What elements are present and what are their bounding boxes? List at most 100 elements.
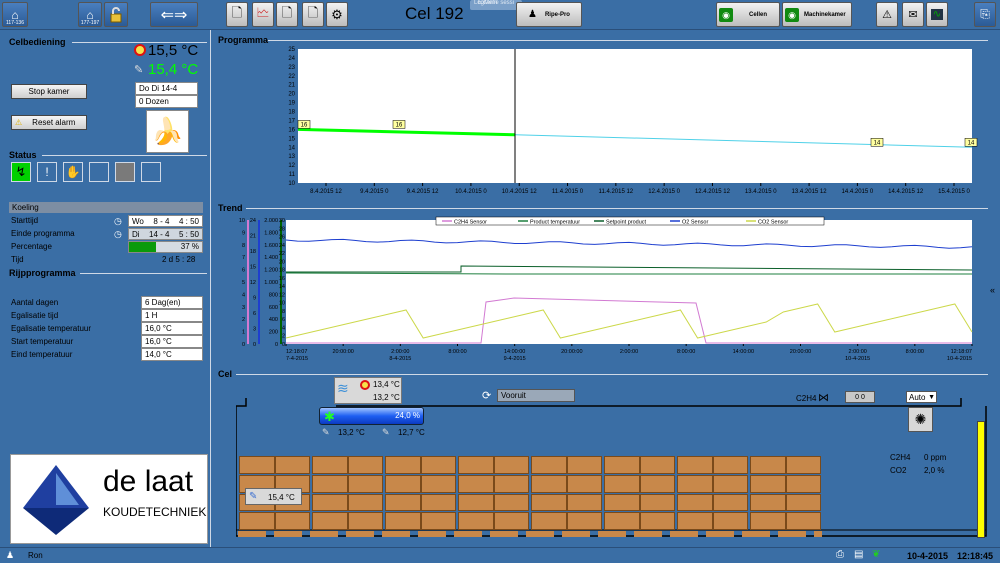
crate — [604, 512, 640, 530]
stop-kamer-button[interactable]: Stop kamer — [11, 84, 87, 99]
y-tick-label: 14 — [279, 284, 285, 290]
y-tick-label: 18 — [250, 249, 256, 255]
crate — [785, 493, 821, 512]
crate — [420, 456, 456, 474]
crate — [458, 474, 494, 493]
machinekamer-button[interactable]: ◉ Machinekamer — [782, 2, 852, 27]
settings-document-icon: ⚙ — [331, 6, 343, 22]
crate — [531, 512, 567, 530]
y-tick-label: 6 — [242, 268, 245, 274]
koeling-header: Koeling — [9, 202, 203, 213]
clock-stop-icon: ◷ — [114, 229, 122, 239]
crate — [493, 474, 529, 493]
y-tick-label: 13 — [288, 154, 295, 160]
crate — [750, 456, 786, 474]
logo-name: de laat — [103, 465, 194, 498]
y-tick-label: 400 — [269, 317, 278, 323]
y-tick-label: 23 — [288, 65, 295, 71]
y-tick-label: 5 — [242, 280, 245, 286]
signal-button[interactable]: ∿ — [926, 2, 948, 27]
y-tick-label: 0 — [242, 342, 245, 348]
document-icon: 🗋 — [231, 4, 243, 20]
ripe-pro-button[interactable]: ♟ Ripe-Pro — [516, 2, 582, 27]
crate — [750, 493, 786, 512]
crate — [604, 456, 640, 474]
crate — [385, 493, 421, 512]
crate — [712, 474, 748, 493]
mail-icon: ✉ — [908, 9, 918, 21]
light-icon[interactable]: ✺ — [908, 407, 933, 432]
c2h4-valve-label: C2H4 — [796, 394, 817, 403]
axis-bar-o2 — [258, 220, 260, 344]
y-tick-label: 6 — [282, 317, 285, 323]
rijp-value-3: 16,0 °C — [141, 335, 203, 348]
y-tick-label: 0 — [275, 342, 278, 348]
user-name: Ron — [28, 551, 43, 560]
x-tick-label: 11.4.2015 0 — [552, 189, 584, 195]
crate — [458, 456, 494, 474]
coil-temp-2: 12,7 °C — [398, 428, 425, 437]
database-icon[interactable]: ▤ — [854, 549, 863, 560]
settings-document-button[interactable]: ⚙ — [326, 2, 348, 27]
clock-icon: ◷ — [114, 216, 122, 226]
status-bar: ♟ Ron ⎙ ▤ ❦ 10-4-2015 12:18:45 — [0, 547, 1000, 563]
crate — [347, 493, 383, 512]
home-cell-177-button[interactable]: ⌂ 177-197 — [78, 2, 102, 27]
product-temp-box: ✎ 15,4 °C — [245, 488, 302, 505]
marker-label: 14 — [874, 140, 881, 146]
crate — [639, 493, 675, 512]
pallets — [238, 531, 822, 537]
collapse-panel-icon[interactable]: « — [990, 285, 995, 295]
y-tick-label: 20 — [279, 259, 285, 265]
crate — [347, 456, 383, 474]
btn1-label: 117-136 — [6, 20, 24, 26]
crate — [239, 456, 275, 474]
x-tick-label: 10.4.2015 0 — [455, 189, 487, 195]
y-tick-label: 30 — [279, 218, 285, 224]
supply-air-box: ≋ 13,4 °C 13,2 °C — [334, 377, 402, 404]
legend-entry: Setpoint product — [606, 220, 647, 226]
rijp-label-0: Aantal dagen — [11, 298, 59, 307]
crate — [677, 456, 713, 474]
lock-button[interactable] — [104, 2, 128, 27]
mail-button[interactable]: ✉ — [902, 2, 924, 27]
x-tick-label: 12.4.2015 0 — [648, 189, 680, 195]
dozen-field: 0 Dozen — [135, 95, 198, 108]
crate — [274, 512, 310, 530]
rijp-label-1: Egalisatie tijd — [11, 311, 59, 320]
leaf-icon[interactable]: ❦ — [872, 549, 880, 560]
auto-select[interactable]: Auto ▼ — [906, 391, 937, 403]
crate — [420, 493, 456, 512]
plot-area — [286, 220, 972, 344]
setpoint-temp: 15,5 °C — [148, 42, 199, 59]
reset-alarm-button[interactable]: ⚠ Reset alarm — [11, 115, 87, 130]
status-box-5 — [115, 162, 135, 182]
status-date: 10-4-2015 — [907, 551, 949, 561]
y-tick-label: 600 — [269, 305, 278, 311]
vooruit-field[interactable]: Vooruit — [497, 389, 575, 402]
rijp-value-1: 1 H — [141, 309, 203, 322]
y-tick-label: 1.800 — [264, 230, 278, 236]
x-tick-label: 8:00:00 — [448, 349, 466, 355]
chart-document-button[interactable]: 🗠 — [252, 2, 274, 27]
document-button[interactable]: 🗋 — [226, 2, 248, 27]
y-tick-label: 6 — [253, 311, 256, 317]
y-tick-label: 12 — [250, 280, 256, 286]
x-tick-label: 9.4.2015 12 — [407, 189, 439, 195]
y-tick-label: 15 — [250, 265, 256, 271]
alarm-document-button[interactable]: 🗋 — [276, 2, 298, 27]
y-tick-label: 17 — [288, 118, 295, 124]
machinekamer-label: Machinekamer — [804, 11, 846, 18]
edit-document-button[interactable]: 🗋 — [302, 2, 324, 27]
printer-icon[interactable]: ⎙ — [836, 549, 844, 560]
warning-button[interactable]: ⚠ — [876, 2, 898, 27]
prev-next-button[interactable]: ⇐⇒ — [150, 2, 198, 27]
supply-temp-1: 13,4 °C — [373, 380, 400, 389]
crate — [566, 474, 602, 493]
cellen-button[interactable]: ◉ Cellen — [716, 2, 780, 27]
exit-button[interactable]: ⎘ — [974, 2, 996, 27]
x-tick-label: 8.4.2015 12 — [310, 189, 342, 195]
crate — [493, 456, 529, 474]
home-cell-117-button[interactable]: ⌂ 117-136 — [2, 2, 28, 27]
crate — [385, 512, 421, 530]
